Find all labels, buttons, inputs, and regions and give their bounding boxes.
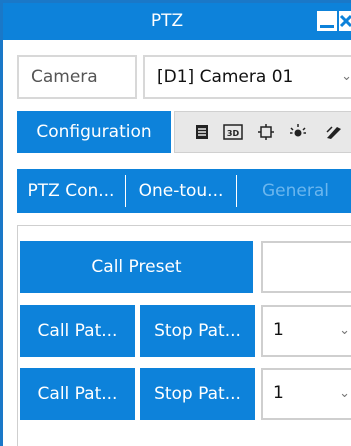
call-preset-button[interactable]: Call Preset (20, 241, 253, 293)
tab-one-touch[interactable]: One-tou... (126, 169, 236, 213)
focus-frame-icon[interactable] (257, 123, 275, 141)
light-icon[interactable] (289, 123, 307, 141)
pattern-select[interactable]: 1 ⌄ (261, 368, 351, 420)
minimize-icon[interactable] (317, 11, 337, 31)
chevron-down-icon: ⌄ (339, 323, 350, 338)
window-title: PTZ (150, 11, 184, 31)
3d-icon[interactable]: 3D (223, 123, 243, 141)
chevron-down-icon: ⌄ (339, 386, 350, 401)
camera-selected-value: [D1] Camera 01 (157, 67, 294, 87)
call-pattern-button[interactable]: Call Pat... (20, 368, 135, 420)
patrol-select[interactable]: 1 ⌄ (261, 305, 351, 357)
close-icon[interactable] (339, 11, 351, 31)
stop-patrol-button[interactable]: Stop Pat... (140, 305, 255, 357)
tab-general: General (262, 181, 329, 201)
ptz-toolbar: 3D (174, 111, 351, 153)
patrol-select-value: 1 (273, 320, 284, 340)
tab-ptz-control[interactable]: PTZ Con... (17, 169, 125, 213)
svg-text:3D: 3D (227, 129, 240, 138)
title-bar: PTZ (3, 3, 351, 40)
wiper-icon[interactable] (325, 123, 343, 141)
chevron-down-icon: ⌄ (341, 69, 351, 84)
configuration-button[interactable]: Configuration (17, 111, 171, 153)
list-icon[interactable] (193, 123, 211, 141)
pattern-select-value: 1 (273, 383, 284, 403)
tab-bar: PTZ Con... One-tou... General (17, 169, 351, 213)
call-patrol-button[interactable]: Call Pat... (20, 305, 135, 357)
camera-label: Camera (17, 55, 137, 99)
ptz-panel: PTZ Camera [D1] Camera 01 ⌄ Configuratio… (0, 0, 351, 446)
stop-pattern-button[interactable]: Stop Pat... (140, 368, 255, 420)
preset-number-input[interactable] (261, 241, 351, 293)
camera-select[interactable]: [D1] Camera 01 ⌄ (143, 55, 351, 99)
